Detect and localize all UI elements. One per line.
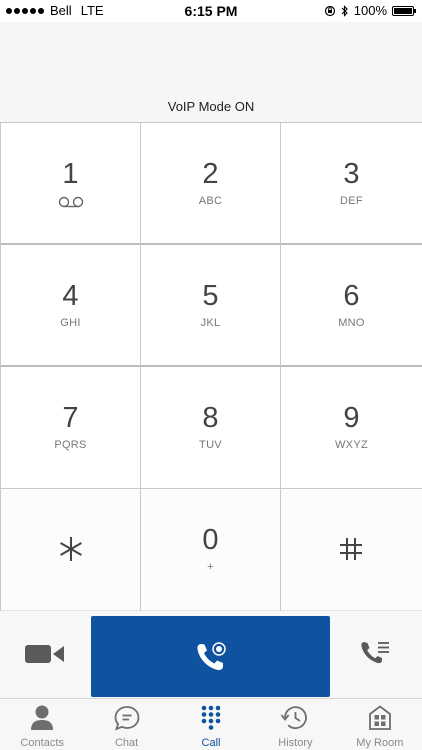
- key-letters: ABC: [198, 195, 223, 207]
- chat-bubble-icon: [114, 706, 140, 731]
- key-digit: 7: [62, 402, 79, 434]
- tab-chat[interactable]: Chat: [84, 699, 168, 750]
- battery-percent: 100%: [353, 3, 387, 18]
- hash-icon: [340, 538, 362, 560]
- key-letters: MNO: [338, 317, 365, 329]
- dialpad: 1 2 ABC 3 DEF 4 GHI 5 JKL 6 MNO 7 PQRS 8…: [0, 122, 422, 611]
- call-action-bar: [0, 610, 422, 698]
- key-1[interactable]: 1: [0, 123, 141, 245]
- key-letters: PQRS: [54, 439, 87, 451]
- bluetooth-icon: [341, 4, 348, 17]
- key-8[interactable]: 8 TUV: [141, 367, 281, 489]
- key-hash[interactable]: [281, 489, 422, 611]
- tab-label: My Room: [356, 737, 404, 749]
- call-list-icon[interactable]: [360, 639, 392, 669]
- dialpad-icon: [201, 705, 221, 730]
- key-digit: 4: [62, 280, 79, 312]
- voip-mode-label: VoIP Mode ON: [167, 99, 255, 114]
- key-letters: WXYZ: [335, 439, 368, 451]
- voicemail-icon: [58, 196, 84, 208]
- key-digit: 5: [202, 280, 219, 312]
- key-letters: +: [207, 561, 214, 573]
- key-5[interactable]: 5 JKL: [141, 245, 281, 367]
- key-4[interactable]: 4 GHI: [0, 245, 141, 367]
- room-grid-icon: [368, 705, 391, 730]
- key-star[interactable]: [0, 489, 141, 611]
- key-0[interactable]: 0 +: [141, 489, 281, 611]
- key-2[interactable]: 2 ABC: [141, 123, 281, 245]
- key-digit: 2: [202, 158, 219, 190]
- tab-contacts[interactable]: Contacts: [0, 699, 84, 750]
- tab-call[interactable]: Call: [169, 699, 253, 750]
- key-letters: TUV: [199, 439, 222, 451]
- call-button[interactable]: [91, 616, 330, 697]
- tab-bar: Contacts Chat Call History My Room: [0, 698, 422, 750]
- status-right: 100%: [324, 3, 416, 18]
- person-icon: [31, 705, 54, 730]
- tab-history[interactable]: History: [253, 699, 337, 750]
- tab-label: Chat: [114, 737, 139, 749]
- tab-label: History: [278, 737, 313, 749]
- key-digit: 6: [343, 280, 360, 312]
- key-letters: GHI: [60, 317, 81, 329]
- key-3[interactable]: 3 DEF: [281, 123, 422, 245]
- key-digit: 9: [343, 402, 360, 434]
- tab-label: Call: [201, 737, 221, 749]
- tab-label: Contacts: [20, 737, 64, 749]
- orientation-lock-icon: [324, 5, 335, 16]
- key-digit: 3: [343, 158, 360, 190]
- key-letters: JKL: [200, 317, 221, 329]
- asterisk-icon: [60, 537, 82, 561]
- tab-my-room[interactable]: My Room: [338, 699, 422, 750]
- video-call-icon[interactable]: [23, 641, 67, 667]
- status-bar: Bell LTE 6:15 PM 100%: [0, 0, 422, 22]
- key-digit: 1: [62, 158, 79, 190]
- key-7[interactable]: 7 PQRS: [0, 367, 141, 489]
- key-letters: DEF: [340, 195, 363, 207]
- dial-display-area: VoIP Mode ON: [0, 22, 422, 122]
- voip-call-icon: [197, 642, 226, 671]
- key-6[interactable]: 6 MNO: [281, 245, 422, 367]
- key-digit: 0: [202, 524, 219, 556]
- key-digit: 8: [202, 402, 219, 434]
- battery-icon: [392, 5, 416, 16]
- clock-history-icon: [281, 706, 308, 730]
- key-9[interactable]: 9 WXYZ: [281, 367, 422, 489]
